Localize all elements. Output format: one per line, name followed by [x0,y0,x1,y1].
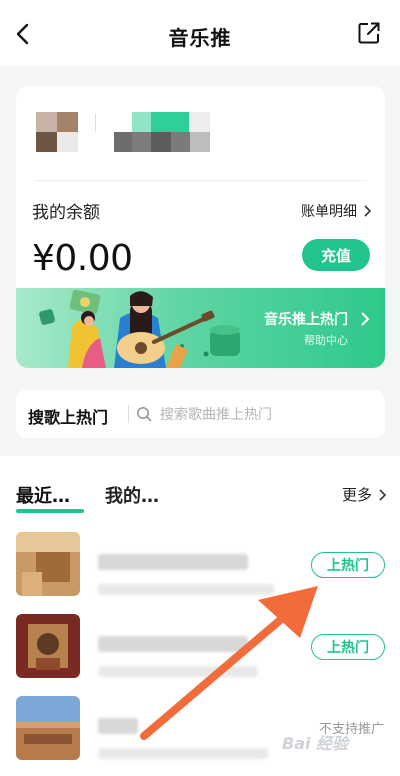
boost-button[interactable]: 上热门 [311,634,385,660]
bill-details-link[interactable]: 账单明细 [301,201,371,221]
list-item[interactable]: 上热门 [0,532,400,612]
account-name-mosaic [114,112,210,152]
song-tabs: 最近… 我的… 更多 [0,456,400,516]
boost-button[interactable]: 上热门 [311,552,385,578]
search-divider [128,405,129,423]
active-tab-indicator [16,509,84,513]
recharge-button[interactable]: 充值 [302,239,370,271]
avatar [36,112,78,152]
search-input[interactable] [158,402,372,428]
search-icon [137,407,152,422]
song-title-blurred [98,554,248,570]
page-title: 音乐推 [168,26,232,50]
search-section-label: 搜歌上热门 [28,408,109,427]
chevron-right-icon [364,205,371,217]
bill-details-label: 账单明细 [301,204,357,220]
song-title-blurred [98,636,248,652]
album-cover [16,614,80,678]
chevron-right-icon [361,312,370,326]
musicians-illustration [39,289,240,368]
song-artist-blurred [98,584,274,595]
song-artist-blurred [98,666,258,677]
song-title-blurred [98,718,138,734]
album-cover [16,532,80,596]
tab-recent[interactable]: 最近… [16,482,70,508]
share-external-icon[interactable] [356,20,382,46]
card-divider [34,180,367,181]
album-cover [16,696,80,760]
promo-banner[interactable]: 音乐推上热门 帮助中心 [16,288,385,368]
song-artist-blurred [98,748,268,759]
search-bar: 搜歌上热门 [16,390,385,438]
banner-subtitle: 帮助中心 [304,334,348,347]
banner-title: 音乐推上热门 [264,312,348,328]
chevron-right-icon [379,488,386,501]
more-link[interactable]: 更多 [342,484,386,505]
top-nav-bar: 音乐推 [0,0,400,66]
balance-card: 我的余额 账单明细 ¥0.00 充值 音乐推上热门 帮助中心 [16,86,385,368]
balance-label: 我的余额 [32,203,100,223]
list-item[interactable]: 上热门 [0,614,400,694]
more-label: 更多 [341,486,372,504]
header-divider [95,114,96,132]
watermark-logo: Bai 经验 [282,734,349,753]
tab-mine[interactable]: 我的… [105,482,159,508]
balance-amount: ¥0.00 [32,238,133,279]
